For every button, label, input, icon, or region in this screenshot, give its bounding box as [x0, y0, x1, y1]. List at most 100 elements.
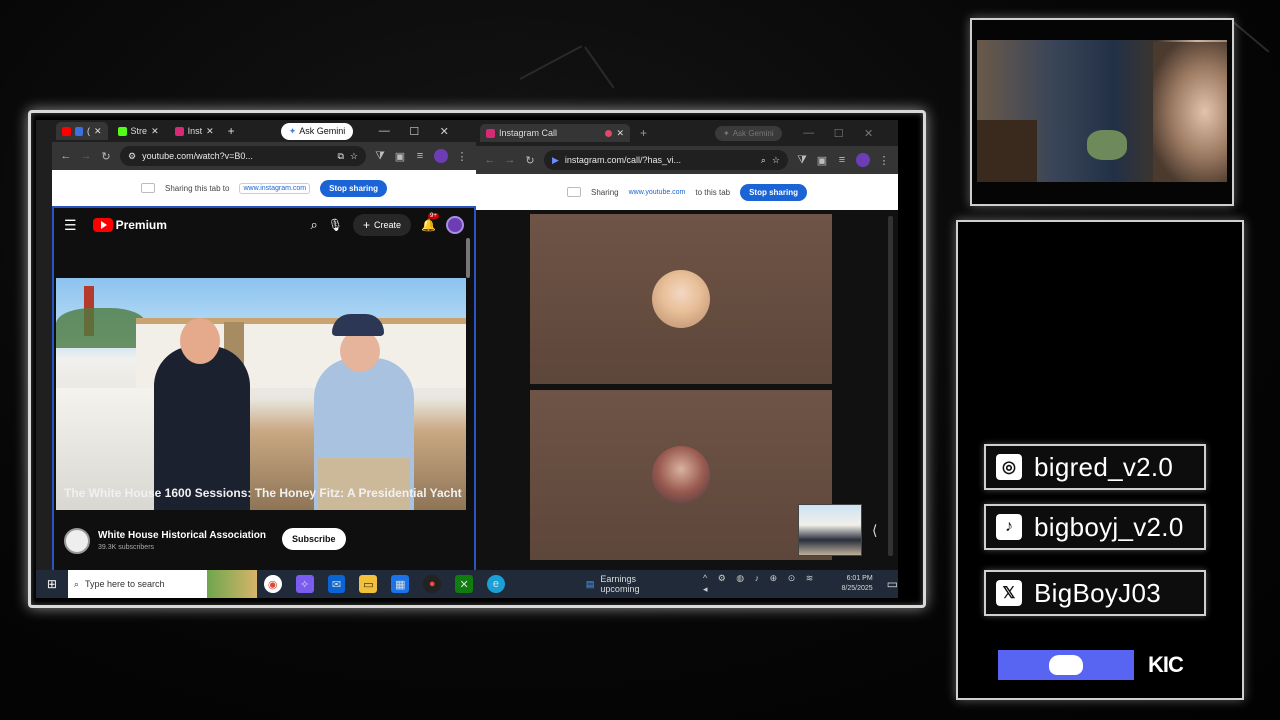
instagram-browser-window: Instagram Call ✕ + ✦ Ask Gemini — ☐ ✕ ← … — [476, 120, 898, 570]
ask-gemini-button[interactable]: ✦ Ask Gemini — [715, 125, 782, 141]
profile-avatar-icon[interactable] — [856, 153, 870, 167]
create-button[interactable]: + Create — [353, 214, 412, 236]
store-icon[interactable]: ▦ — [391, 575, 410, 593]
youtube-favicon-icon — [62, 126, 71, 136]
address-bar[interactable]: ▶ instagram.com/call/?has_vi... ⌕ ☆ — [544, 150, 788, 170]
tab-stream[interactable]: Stre ✕ — [112, 122, 165, 140]
notification-badge: 9+ — [428, 213, 439, 219]
camera-icon[interactable]: ▶ — [552, 155, 559, 166]
reload-icon[interactable]: ↻ — [100, 150, 112, 163]
window-close-icon[interactable]: ✕ — [854, 127, 884, 140]
tab-label: ( — [87, 126, 90, 136]
participant-tile-1[interactable] — [530, 214, 832, 384]
youtube-logo[interactable]: Premium — [92, 218, 167, 232]
copilot-icon[interactable]: ✧ — [295, 575, 314, 593]
participant-tile-2[interactable] — [530, 390, 832, 560]
bell-icon: 🔔 — [421, 218, 436, 232]
notifications-icon[interactable]: ▭ — [887, 577, 898, 591]
close-icon[interactable]: ✕ — [616, 128, 624, 139]
scrollbar[interactable] — [888, 216, 893, 556]
url-text: youtube.com/watch?v=B0... — [142, 151, 253, 161]
tiktok-username: bigboyj_v2.0 — [1034, 511, 1184, 542]
new-tab-button[interactable]: + — [640, 126, 647, 140]
edge-icon[interactable]: e — [487, 575, 505, 593]
tiktok-handle: ♪ bigboyj_v2.0 — [984, 504, 1206, 550]
account-avatar[interactable] — [446, 216, 464, 234]
extensions-icon[interactable]: ⧩ — [374, 150, 386, 163]
chrome-icon[interactable]: ◉ — [263, 575, 282, 593]
media-icon[interactable]: ≡ — [414, 150, 426, 162]
decor-line — [519, 45, 583, 80]
site-info-icon[interactable]: ⚙ — [128, 151, 136, 162]
instagram-call-area: ⟨ — [476, 210, 898, 570]
close-icon[interactable]: ✕ — [206, 126, 214, 137]
person-right-cap — [332, 314, 384, 336]
channel-avatar[interactable] — [64, 528, 90, 554]
x-username: BigBoyJ03 — [1034, 577, 1161, 608]
scrollbar-thumb[interactable] — [466, 238, 470, 278]
search-icon: ⌕ — [73, 578, 79, 589]
address-bar[interactable]: ⚙ youtube.com/watch?v=B0... ⧉ ☆ — [120, 146, 366, 166]
xbox-icon[interactable]: ✕ — [455, 575, 474, 593]
outlook-icon[interactable]: ✉ — [327, 575, 346, 593]
stop-sharing-button[interactable]: Stop sharing — [320, 179, 387, 197]
tab-instagram[interactable]: Inst ✕ — [169, 122, 220, 140]
new-tab-button[interactable]: + — [228, 124, 235, 138]
stop-sharing-button[interactable]: Stop sharing — [740, 183, 807, 201]
youtube-page: ☰ Premium ⌕ 🎙 + Create 🔔 9+ The White Ho… — [52, 206, 476, 570]
system-tray-icons[interactable]: ^ ⚙ ◍ ♪ ⊕ ⊙ ≋ ◂ — [703, 573, 832, 595]
clock[interactable]: 6:01 PM 8/25/2025 — [842, 574, 873, 594]
decor-line — [584, 46, 615, 89]
bookmark-star-icon[interactable]: ☆ — [772, 155, 780, 166]
tab-label: Instagram Call — [499, 128, 558, 138]
minimize-icon[interactable]: — — [794, 127, 824, 139]
sharing-bar: Sharing this tab to www.instagram.com St… — [52, 170, 476, 206]
zoom-icon[interactable]: ⌕ — [761, 155, 766, 166]
tab-label: Inst — [187, 126, 203, 136]
microphone-icon[interactable]: 🎙 — [328, 218, 343, 232]
tab-instagram-call[interactable]: Instagram Call ✕ — [480, 124, 630, 142]
extensions-icon[interactable]: ⧩ — [796, 154, 808, 167]
channel-name[interactable]: White House Historical Association — [98, 530, 266, 541]
profile-avatar-icon[interactable] — [434, 149, 448, 163]
window-close-icon[interactable]: ✕ — [429, 125, 459, 138]
split-view-icon[interactable]: ▣ — [394, 150, 406, 163]
more-menu-icon[interactable]: ⋮ — [878, 154, 890, 167]
search-icon[interactable]: ⌕ — [311, 217, 318, 233]
obs-icon[interactable]: ● — [423, 575, 442, 593]
back-icon[interactable]: ← — [484, 154, 496, 166]
forward-icon[interactable]: → — [504, 154, 516, 166]
news-widget-text[interactable]: Earnings upcoming — [600, 574, 677, 594]
back-icon[interactable]: ← — [60, 150, 72, 162]
close-icon[interactable]: ✕ — [151, 126, 159, 137]
maximize-icon[interactable]: ☐ — [399, 125, 429, 138]
tab-youtube[interactable]: ( ✕ — [56, 122, 108, 140]
clock-time: 6:01 PM — [846, 575, 873, 582]
file-explorer-icon[interactable]: ▭ — [359, 575, 378, 593]
bookmark-star-icon[interactable]: ☆ — [350, 151, 358, 162]
media-icon[interactable]: ≡ — [836, 154, 848, 166]
maximize-icon[interactable]: ☐ — [824, 127, 854, 140]
notifications-button[interactable]: 🔔 9+ — [421, 213, 439, 232]
forward-icon[interactable]: → — [80, 150, 92, 162]
video-player[interactable] — [56, 278, 466, 510]
install-icon[interactable]: ⧉ — [337, 151, 343, 162]
split-view-icon[interactable]: ▣ — [816, 154, 828, 167]
hamburger-menu-icon[interactable]: ☰ — [64, 217, 77, 234]
subscribe-button[interactable]: Subscribe — [282, 528, 346, 550]
reload-icon[interactable]: ↻ — [524, 154, 536, 167]
trees-image — [56, 308, 146, 348]
sharing-text: Sharing this tab to — [164, 183, 230, 193]
clock-date: 8/25/2025 — [841, 585, 873, 592]
search-highlight-image — [207, 570, 257, 598]
close-icon[interactable]: ✕ — [94, 126, 102, 137]
self-view-thumbnail[interactable] — [798, 504, 862, 556]
more-menu-icon[interactable]: ⋮ — [456, 150, 468, 163]
minimize-icon[interactable]: — — [369, 125, 399, 137]
taskbar-search-box[interactable]: ⌕ Type here to search — [67, 570, 208, 598]
x-logo-icon: 𝕏 — [996, 580, 1022, 606]
ask-gemini-button[interactable]: ✦ Ask Gemini — [280, 122, 354, 140]
collapse-chevron-icon[interactable]: ⟨ — [872, 522, 877, 539]
windows-start-icon[interactable]: ⊞ — [43, 575, 61, 593]
person-left-face — [180, 318, 220, 364]
